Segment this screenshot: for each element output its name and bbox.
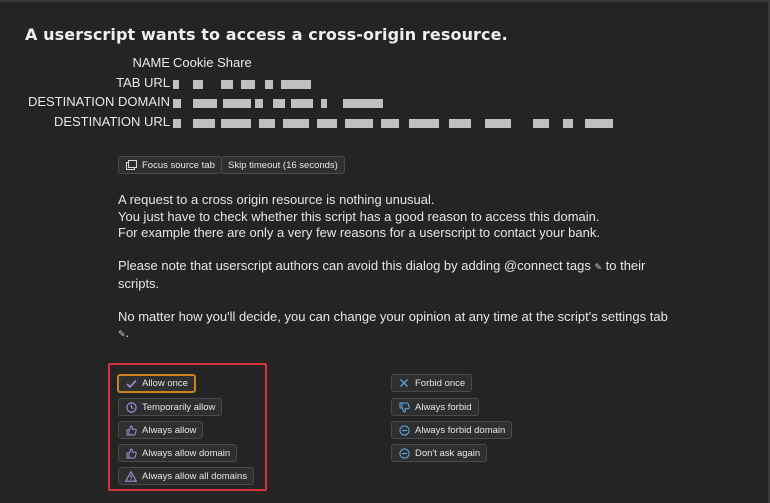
- external-link-icon[interactable]: ✎: [594, 262, 602, 272]
- info-row-destination-url: DESTINATION URL: [0, 114, 770, 134]
- minus-circle-icon: [398, 424, 410, 436]
- settings-link-icon[interactable]: ✎: [118, 329, 126, 339]
- always-forbid-domain-button[interactable]: Always forbid domain: [391, 421, 513, 439]
- paragraph-1: A request to a cross origin resource is …: [118, 192, 738, 242]
- always-forbid-label: Always forbid: [415, 401, 472, 413]
- close-icon: [398, 377, 410, 389]
- message-line-1: A request to a cross origin resource is …: [118, 192, 435, 207]
- thumbs-down-icon: [398, 401, 410, 413]
- request-info: NAME Cookie Share TAB URL DESTINATION DO…: [0, 55, 770, 133]
- info-row-tab-url: TAB URL: [0, 75, 770, 95]
- message-line-6: No matter how you'll decide, you can cha…: [118, 308, 668, 324]
- dont-ask-again-label: Don't ask again: [415, 447, 481, 459]
- message-line-2: You just have to check whether this scri…: [118, 208, 600, 224]
- skip-timeout-button[interactable]: Skip timeout (16 seconds): [221, 156, 345, 174]
- script-name: Cookie Share: [173, 55, 252, 70]
- always-forbid-domain-label: Always forbid domain: [415, 424, 506, 436]
- focus-source-tab-label: Focus source tab: [142, 159, 215, 171]
- dialog-title: A userscript wants to access a cross-ori…: [25, 25, 508, 44]
- message-line-7: ✎.: [118, 325, 130, 340]
- destination-url-label: DESTINATION URL: [53, 113, 170, 129]
- tab-url-label: TAB URL: [116, 74, 170, 90]
- name-label: NAME: [132, 55, 170, 70]
- always-forbid-button[interactable]: Always forbid: [391, 398, 479, 416]
- window-top-edge: [0, 0, 770, 2]
- skip-timeout-label: Skip timeout (16 seconds): [228, 159, 338, 171]
- dont-ask-again-button[interactable]: Don't ask again: [391, 444, 488, 462]
- focus-source-tab-button[interactable]: Focus source tab: [118, 156, 222, 174]
- message-line-4: Please note that userscript authors can …: [118, 258, 646, 273]
- minus-circle-icon: [398, 447, 410, 459]
- paragraph-3: No matter how you'll decide, you can cha…: [118, 309, 738, 343]
- explanation-text: A request to a cross origin resource is …: [118, 192, 738, 359]
- destination-domain-label: DESTINATION DOMAIN: [27, 94, 170, 109]
- forbid-once-button[interactable]: Forbid once: [391, 374, 473, 392]
- message-line-3: For example there are only a very few re…: [118, 225, 600, 240]
- info-row-destination-domain: DESTINATION DOMAIN: [0, 94, 770, 114]
- paragraph-2: Please note that userscript authors can …: [118, 258, 738, 292]
- forbid-once-label: Forbid once: [415, 377, 466, 389]
- message-line-5: scripts.: [118, 275, 160, 291]
- window-icon: [125, 159, 137, 171]
- info-row-name: NAME Cookie Share: [0, 55, 770, 75]
- highlight-annotation: [108, 363, 267, 491]
